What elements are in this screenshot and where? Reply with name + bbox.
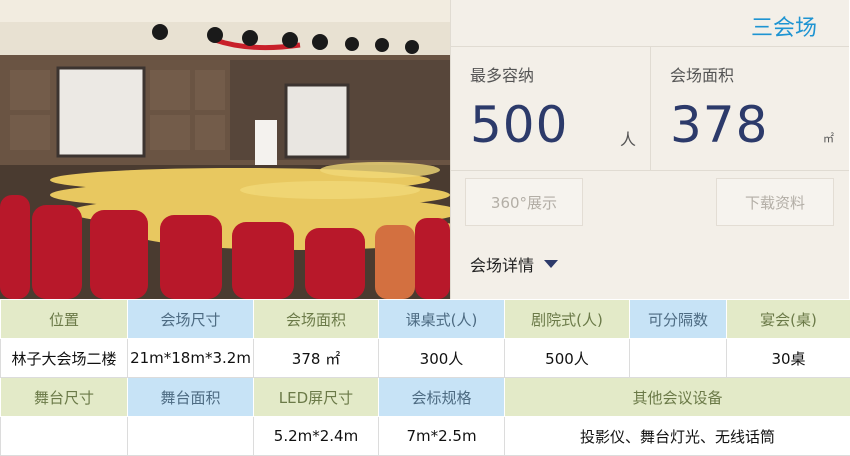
cell-classroom: 300人 — [379, 339, 505, 378]
capacity-unit: 人 — [620, 126, 636, 150]
divider — [650, 46, 651, 170]
capacity-value: 500 — [470, 96, 568, 154]
cell-stage-area — [128, 417, 254, 456]
cell-venue-area: 378 ㎡ — [254, 339, 379, 378]
header-theater: 剧院式(人) — [505, 300, 630, 339]
header-partitions: 可分隔数 — [630, 300, 727, 339]
header-led-size: LED屏尺寸 — [254, 378, 379, 417]
venue-photo-illustration — [0, 0, 450, 299]
venue-card: 三会场 最多容纳 500 人 会场面积 378 ㎡ 360°展示 下载资料 会场… — [0, 0, 850, 454]
header-location: 位置 — [1, 300, 128, 339]
table-header-row: 舞台尺寸 舞台面积 LED屏尺寸 会标规格 其他会议设备 — [1, 378, 850, 417]
header-stage-size: 舞台尺寸 — [1, 378, 128, 417]
area-label: 会场面积 — [670, 62, 734, 86]
download-materials-button[interactable]: 下载资料 — [716, 178, 834, 226]
cell-led-size: 5.2m*2.4m — [254, 417, 379, 456]
caret-down-icon — [544, 260, 558, 268]
cell-venue-size: 21m*18m*3.2m — [128, 339, 254, 378]
table-row: 5.2m*2.4m 7m*2.5m 投影仪、舞台灯光、无线话筒 — [1, 417, 850, 456]
cell-other-equipment: 投影仪、舞台灯光、无线话筒 — [505, 417, 850, 456]
view-360-button[interactable]: 360°展示 — [465, 178, 583, 226]
cell-banquet: 30桌 — [727, 339, 850, 378]
cell-theater: 500人 — [505, 339, 630, 378]
venue-specs-table: 位置 会场尺寸 会场面积 课桌式(人) 剧院式(人) 可分隔数 宴会(桌) 林子… — [0, 299, 850, 456]
cell-partitions — [630, 339, 727, 378]
capacity-label: 最多容纳 — [470, 62, 534, 86]
table-header-row: 位置 会场尺寸 会场面积 课桌式(人) 剧院式(人) 可分隔数 宴会(桌) — [1, 300, 850, 339]
cell-stage-size — [1, 417, 128, 456]
venue-details-label: 会场详情 — [470, 252, 534, 276]
cell-banner-spec: 7m*2.5m — [379, 417, 505, 456]
header-venue-area: 会场面积 — [254, 300, 379, 339]
venue-name: 三会场 — [751, 10, 817, 42]
header-venue-size: 会场尺寸 — [128, 300, 254, 339]
area-unit: ㎡ — [823, 130, 834, 146]
header-other-equipment: 其他会议设备 — [505, 378, 850, 417]
venue-details-toggle[interactable]: 会场详情 — [470, 252, 558, 276]
header-banner-spec: 会标规格 — [379, 378, 505, 417]
venue-photo — [0, 0, 450, 299]
header-banquet: 宴会(桌) — [727, 300, 850, 339]
cell-location: 林子大会场二楼 — [1, 339, 128, 378]
header-classroom: 课桌式(人) — [379, 300, 505, 339]
header-stage-area: 舞台面积 — [128, 378, 254, 417]
area-value: 378 — [670, 96, 768, 154]
divider — [451, 170, 849, 171]
venue-info-panel: 三会场 最多容纳 500 人 会场面积 378 ㎡ 360°展示 下载资料 会场… — [450, 0, 849, 299]
table-row: 林子大会场二楼 21m*18m*3.2m 378 ㎡ 300人 500人 30桌 — [1, 339, 850, 378]
